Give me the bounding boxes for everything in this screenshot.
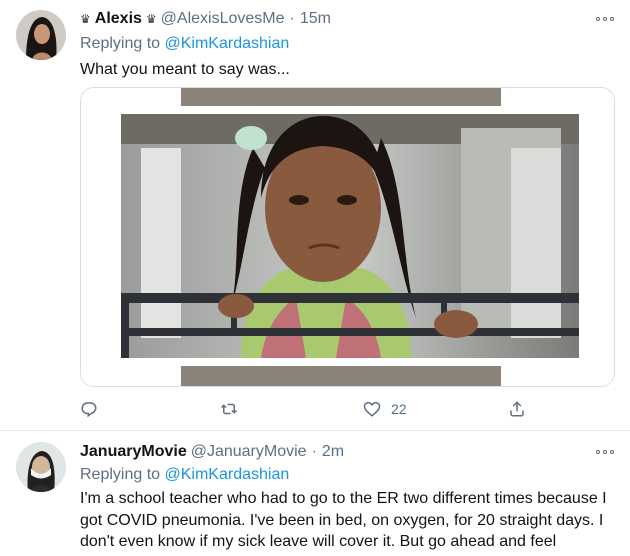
timestamp[interactable]: 2m	[322, 443, 344, 461]
reply-button[interactable]	[80, 398, 98, 420]
replying-prefix: Replying to	[80, 35, 161, 52]
separator-dot: ·	[289, 10, 295, 27]
reply-icon	[81, 402, 97, 418]
timestamp[interactable]: 15m	[300, 10, 331, 28]
tweet-media-image[interactable]	[80, 87, 615, 387]
girl-at-balcony-photo	[81, 88, 614, 386]
replying-to-link[interactable]: @KimKardashian	[165, 466, 290, 483]
tweet[interactable]: JanuaryMovie @JanuaryMovie · 2m Replying…	[0, 430, 630, 556]
tweet-header: JanuaryMovie @JanuaryMovie · 2m	[80, 443, 344, 461]
user-handle[interactable]: @JanuaryMovie	[191, 443, 307, 461]
tweet[interactable]: ♛ Alexis ♛ @AlexisLovesMe · 15m Replying…	[0, 0, 630, 430]
share-button[interactable]	[508, 398, 526, 420]
like-count: 22	[391, 401, 407, 417]
replying-to-link[interactable]: @KimKardashian	[165, 35, 290, 52]
retweet-icon	[220, 403, 238, 415]
more-options-icon[interactable]	[596, 14, 614, 24]
share-icon	[510, 401, 524, 417]
tweet-header: ♛ Alexis ♛ @AlexisLovesMe · 15m	[80, 10, 331, 28]
crown-icon: ♛	[80, 12, 91, 26]
replying-prefix: Replying to	[80, 466, 161, 483]
tweet-text: What you meant to say was...	[80, 61, 290, 78]
tweet-actions: 22	[80, 398, 550, 420]
crown-icon: ♛	[145, 12, 157, 26]
replying-to: Replying to @KimKardashian	[80, 35, 289, 53]
heart-icon	[363, 401, 381, 417]
display-name[interactable]: JanuaryMovie	[80, 443, 187, 461]
replying-to: Replying to @KimKardashian	[80, 466, 289, 484]
avatar[interactable]	[16, 442, 66, 492]
separator-dot: ·	[311, 443, 317, 460]
display-name[interactable]: Alexis	[95, 10, 142, 28]
like-button[interactable]: 22	[363, 398, 407, 420]
tweet-text: I'm a school teacher who had to go to th…	[80, 490, 607, 556]
retweet-button[interactable]	[220, 398, 238, 420]
avatar[interactable]	[16, 10, 66, 60]
user-handle[interactable]: @AlexisLovesMe	[161, 10, 285, 28]
more-options-icon[interactable]	[596, 447, 614, 457]
